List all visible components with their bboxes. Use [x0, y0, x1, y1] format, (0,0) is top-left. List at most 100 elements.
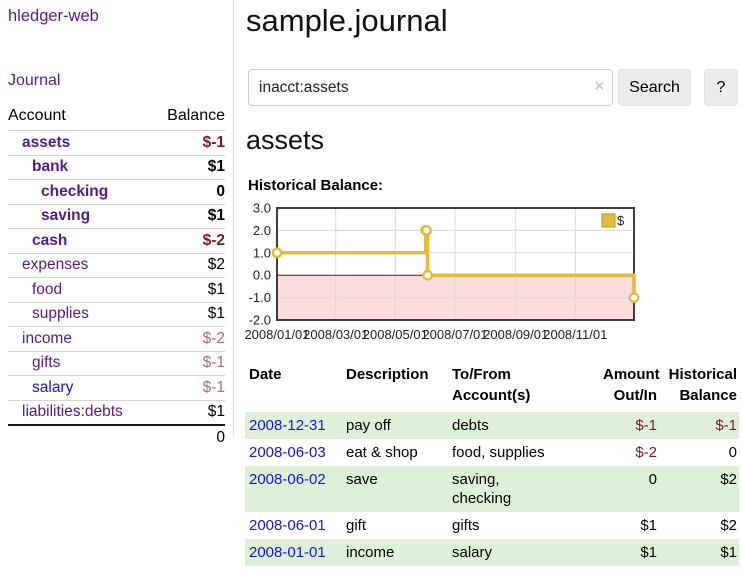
- account-balance: $1: [152, 302, 225, 327]
- account-balance: $-2: [152, 327, 225, 352]
- accounts-table: Account Balance assets $-1 bank $1 checking 0…: [8, 107, 225, 450]
- search-button[interactable]: Search: [618, 69, 691, 106]
- account-link[interactable]: salary: [32, 379, 73, 396]
- search-box: ×: [248, 69, 613, 106]
- chart-label: Historical Balance:: [248, 177, 383, 194]
- svg-text:2008/11/01: 2008/11/01: [543, 327, 607, 342]
- transaction-date-link[interactable]: 2008-01-01: [249, 544, 326, 561]
- search-form: × Search ?: [248, 69, 738, 106]
- account-link[interactable]: saving: [41, 207, 90, 224]
- svg-text:-1.0: -1.0: [249, 290, 271, 305]
- app-title-link[interactable]: hledger-web: [8, 7, 233, 26]
- sidebar: hledger-web Journal Account Balance asse…: [0, 0, 234, 436]
- account-link[interactable]: gifts: [32, 354, 60, 371]
- svg-text:2008/07/01: 2008/07/01: [422, 327, 487, 342]
- account-link[interactable]: income: [22, 330, 72, 347]
- transaction-description: pay off: [342, 412, 448, 439]
- account-link[interactable]: supplies: [32, 305, 89, 322]
- account-balance: $2: [152, 253, 225, 278]
- account-row-saving: saving $1: [8, 204, 225, 229]
- register-table: Date Description To/From Account(s) Amou…: [245, 363, 739, 566]
- accounts-header-balance: Balance: [152, 107, 225, 131]
- account-row-supplies: supplies $1: [8, 302, 225, 327]
- transaction-date-link[interactable]: 2008-12-31: [249, 417, 326, 434]
- svg-text:2.0: 2.0: [253, 223, 271, 238]
- svg-text:2008/03/01: 2008/03/01: [303, 327, 368, 342]
- transaction-accounts: debts: [448, 412, 599, 439]
- transaction-description: save: [342, 466, 448, 512]
- register-row: 2008-01-01incomesalary$1$1: [245, 539, 739, 566]
- transaction-balance: 0: [659, 439, 739, 466]
- register-row: 2008-06-01giftgifts$1$2: [245, 512, 739, 539]
- svg-text:2008/09/01: 2008/09/01: [483, 327, 548, 342]
- transaction-amount: $1: [599, 512, 659, 539]
- account-row-expenses: expenses $2: [8, 253, 225, 278]
- transaction-balance: $1: [659, 539, 739, 566]
- account-link[interactable]: liabilities:debts: [22, 403, 123, 420]
- transaction-description: income: [342, 539, 448, 566]
- svg-text:-2.0: -2.0: [249, 313, 271, 328]
- transaction-description: eat & shop: [342, 439, 448, 466]
- account-balance: $-1: [152, 351, 225, 376]
- account-row-food: food $1: [8, 278, 225, 303]
- transaction-date-link[interactable]: 2008-06-01: [249, 517, 326, 534]
- page-title: sample.journal: [246, 0, 448, 42]
- accounts-total-row: 0: [8, 425, 225, 450]
- svg-text:0.0: 0.0: [253, 268, 271, 283]
- register-header-balance: Historical Balance: [659, 363, 739, 412]
- transaction-accounts: food, supplies: [448, 439, 599, 466]
- transaction-description: gift: [342, 512, 448, 539]
- account-row-gifts: gifts $-1: [8, 351, 225, 376]
- account-balance: $-2: [152, 229, 225, 254]
- account-link[interactable]: food: [32, 281, 62, 298]
- search-input[interactable]: [248, 69, 613, 106]
- svg-text:3.0: 3.0: [253, 201, 271, 216]
- account-link[interactable]: expenses: [22, 256, 88, 273]
- transaction-accounts: salary: [448, 539, 599, 566]
- help-button[interactable]: ?: [704, 69, 738, 106]
- register-row: 2008-12-31pay offdebts$-1$-1: [245, 412, 739, 439]
- transaction-balance: $-1: [659, 412, 739, 439]
- account-link[interactable]: cash: [32, 232, 67, 249]
- account-link[interactable]: bank: [32, 158, 68, 175]
- account-link[interactable]: checking: [41, 183, 108, 200]
- nav-journal-link[interactable]: Journal: [8, 72, 233, 90]
- account-balance: $-1: [152, 376, 225, 401]
- clear-search-icon[interactable]: ×: [595, 78, 604, 96]
- transaction-amount: 0: [599, 466, 659, 512]
- register-header-accounts: To/From Account(s): [448, 363, 599, 412]
- account-row-bank: bank $1: [8, 155, 225, 180]
- transaction-amount: $-1: [599, 412, 659, 439]
- transaction-amount: $1: [599, 539, 659, 566]
- account-balance: 0: [152, 180, 225, 205]
- transaction-amount: $-2: [599, 439, 659, 466]
- account-balance: $-1: [152, 131, 225, 156]
- svg-text:1.0: 1.0: [253, 245, 271, 260]
- transaction-balance: $2: [659, 512, 739, 539]
- register-row: 2008-06-02 savesaving, checking0$2: [245, 466, 739, 512]
- register-header-date[interactable]: Date: [245, 363, 342, 412]
- account-balance: $1: [152, 400, 225, 425]
- account-link[interactable]: assets: [22, 134, 70, 151]
- transaction-accounts: saving, checking: [448, 466, 599, 512]
- accounts-header-account: Account: [8, 107, 152, 131]
- account-balance: $1: [152, 155, 225, 180]
- account-row-liabilities-debts: liabilities:debts $1: [8, 400, 225, 425]
- transaction-balance: $2: [659, 466, 739, 512]
- account-balance: $1: [152, 204, 225, 229]
- register-row: 2008-06-03 eat & shopfood, supplies$-20: [245, 439, 739, 466]
- svg-text:2008/05/01: 2008/05/01: [363, 327, 428, 342]
- account-balance: $1: [152, 278, 225, 303]
- svg-text:2008/01/01: 2008/01/01: [244, 327, 309, 342]
- account-row-checking: checking 0: [8, 180, 225, 205]
- account-row-income: income $-2: [8, 327, 225, 352]
- register-header-description: Description: [342, 363, 448, 412]
- account-heading: assets: [246, 121, 324, 159]
- account-row-assets: assets $-1: [8, 131, 225, 156]
- svg-text:$: $: [617, 213, 625, 228]
- historical-balance-chart[interactable]: 3.0 2.0 1.0 0.0 -1.0 -2.02008/01/012008/03/01…: [243, 202, 653, 352]
- transaction-date-link[interactable]: 2008-06-03: [249, 444, 326, 461]
- account-row-cash: cash $-2: [8, 229, 225, 254]
- transaction-date-link[interactable]: 2008-06-02: [249, 471, 326, 488]
- accounts-total-value: 0: [152, 425, 225, 450]
